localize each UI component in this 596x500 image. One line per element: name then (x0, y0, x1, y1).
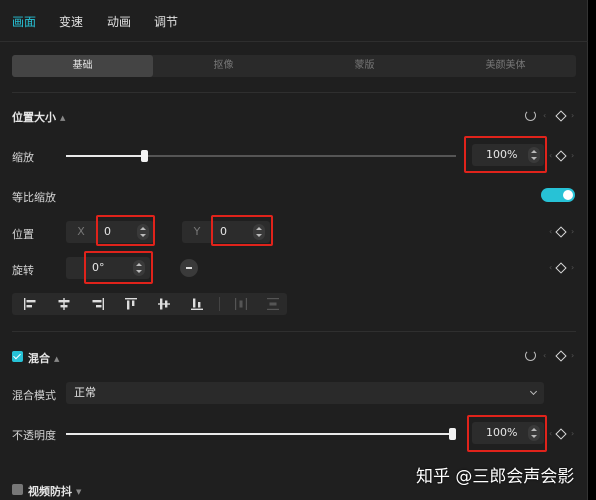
top-tab-bar: 画面 变速 动画 调节 (0, 0, 588, 42)
position-label: 位置 (12, 228, 34, 241)
properties-panel: 画面 变速 动画 调节 基础 抠像 蒙版 美颜美体 位置大小 ▲ ‹ › 缩放 1… (0, 0, 588, 500)
divider (12, 331, 576, 332)
opacity-slider-thumb[interactable] (449, 428, 456, 440)
section-title: 视频防抖 (28, 485, 72, 498)
prev-keyframe-icon[interactable]: ‹ (549, 429, 552, 438)
caret-down-icon: ▼ (76, 488, 82, 496)
scale-label: 缩放 (12, 151, 34, 164)
keyframe-diamond-icon[interactable] (555, 428, 567, 440)
caret-up-icon: ▲ (54, 355, 60, 363)
tab-speed[interactable]: 变速 (59, 13, 83, 30)
section-stabilize-header[interactable]: 视频防抖 ▼ (28, 483, 81, 499)
subtab-mask[interactable]: 蒙版 (294, 55, 435, 77)
highlight-box (211, 215, 273, 246)
highlight-box (467, 415, 547, 452)
distribute-v-icon[interactable] (266, 297, 280, 311)
highlight-box (96, 215, 155, 246)
opacity-label: 不透明度 (12, 429, 56, 442)
section-position-size-header[interactable]: 位置大小 ▲ (12, 109, 65, 125)
next-keyframe-icon[interactable]: › (571, 429, 574, 438)
next-keyframe-icon[interactable]: › (571, 151, 574, 160)
next-keyframe-icon[interactable]: › (571, 351, 574, 360)
reset-icon[interactable] (525, 350, 536, 361)
blend-mode-value: 正常 (74, 386, 96, 399)
blend-checkbox[interactable] (12, 351, 23, 362)
blend-mode-label: 混合模式 (12, 389, 56, 402)
divider (12, 92, 576, 93)
blend-mode-select[interactable]: 正常 (66, 382, 544, 404)
caret-up-icon: ▲ (60, 114, 66, 122)
align-right-icon[interactable] (91, 297, 105, 311)
distribute-h-icon[interactable] (234, 297, 248, 311)
align-left-icon[interactable] (23, 297, 37, 311)
prev-keyframe-icon[interactable]: ‹ (549, 151, 552, 160)
section-blend-header[interactable]: 混合 ▲ (28, 350, 59, 366)
subtab-cutout[interactable]: 抠像 (153, 55, 294, 77)
keyframe-diamond-icon[interactable] (555, 262, 567, 274)
align-center-h-icon[interactable] (57, 297, 71, 311)
align-toolbar (12, 293, 287, 315)
keyframe-diamond-icon[interactable] (555, 110, 567, 122)
opacity-slider-fill (66, 433, 456, 435)
subtab-beauty[interactable]: 美颜美体 (435, 55, 576, 77)
tab-picture[interactable]: 画面 (12, 13, 36, 30)
reset-icon[interactable] (525, 110, 536, 121)
scale-slider-thumb[interactable] (141, 150, 148, 162)
stabilize-checkbox[interactable] (12, 484, 23, 495)
subtab-basic[interactable]: 基础 (12, 55, 153, 77)
rotate-minus-button[interactable] (180, 259, 198, 277)
chevron-down-icon (529, 387, 538, 396)
prev-keyframe-icon[interactable]: ‹ (549, 227, 552, 236)
scale-slider-fill (66, 155, 144, 157)
section-title: 混合 (28, 352, 50, 365)
uniform-scale-toggle[interactable] (541, 188, 575, 202)
scale-slider[interactable] (66, 150, 456, 162)
y-axis-label: Y (182, 221, 212, 243)
align-center-v-icon[interactable] (157, 297, 171, 311)
next-keyframe-icon[interactable]: › (571, 111, 574, 120)
prev-keyframe-icon[interactable]: ‹ (549, 263, 552, 272)
next-keyframe-icon[interactable]: › (571, 263, 574, 272)
uniform-scale-label: 等比缩放 (12, 191, 56, 204)
x-axis-label: X (66, 221, 96, 243)
highlight-box (84, 251, 153, 284)
next-keyframe-icon[interactable]: › (571, 227, 574, 236)
align-top-icon[interactable] (124, 297, 138, 311)
sub-tab-bar: 基础 抠像 蒙版 美颜美体 (12, 55, 576, 77)
divider (219, 297, 220, 311)
highlight-box (464, 136, 547, 173)
prev-keyframe-icon[interactable]: ‹ (543, 351, 546, 360)
prev-keyframe-icon[interactable]: ‹ (543, 111, 546, 120)
keyframe-diamond-icon[interactable] (555, 350, 567, 362)
tab-animation[interactable]: 动画 (107, 13, 131, 30)
rotate-label: 旋转 (12, 264, 34, 277)
watermark: 知乎 @三郎会声会影 (416, 467, 575, 487)
keyframe-diamond-icon[interactable] (555, 150, 567, 162)
section-title: 位置大小 (12, 111, 56, 124)
keyframe-diamond-icon[interactable] (555, 226, 567, 238)
align-bottom-icon[interactable] (190, 297, 204, 311)
tab-adjust[interactable]: 调节 (154, 13, 178, 30)
opacity-slider[interactable] (66, 428, 456, 440)
